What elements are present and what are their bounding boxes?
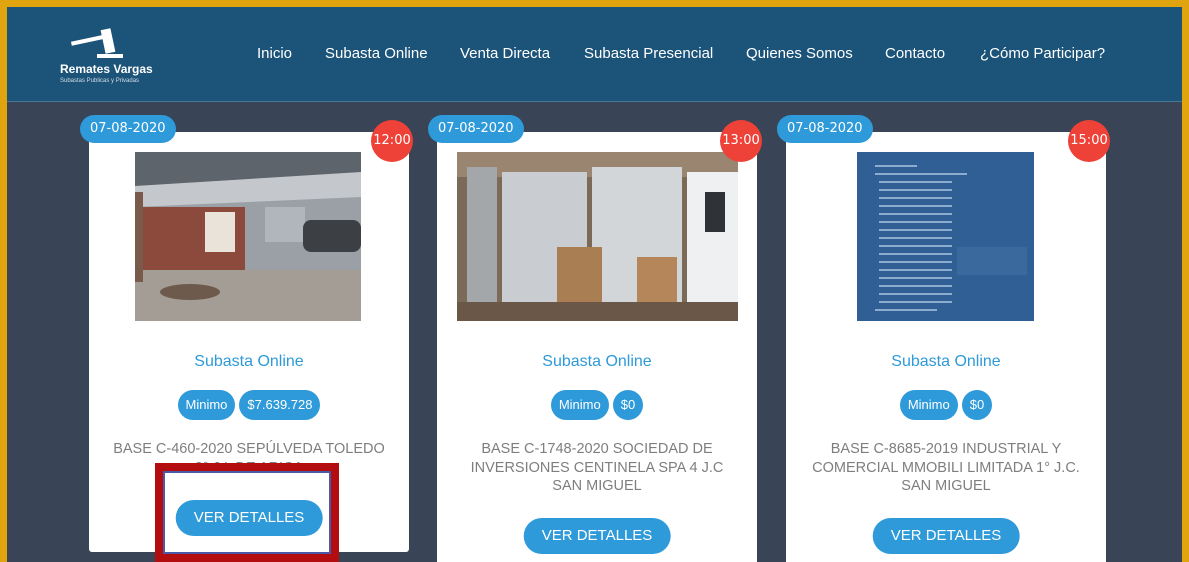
time-badge: 12:00 — [371, 120, 413, 162]
nav-subasta-online[interactable]: Subasta Online — [325, 45, 428, 62]
date-badge: 07-08-2020 — [777, 115, 873, 143]
ver-detalles-button[interactable]: VER DETALLES — [872, 518, 1020, 554]
price-tag: $0 — [612, 390, 644, 420]
property-photo[interactable] — [135, 152, 361, 321]
minimo-tag: Minimo — [899, 390, 958, 420]
price-tags: Minimo $0 — [437, 390, 757, 420]
auction-card: Subasta Online Minimo $0 BASE C-8685-201… — [786, 132, 1106, 562]
appliances-photo[interactable] — [457, 152, 738, 321]
brand-title: Remates Vargas — [60, 62, 153, 76]
nav-venta-directa[interactable]: Venta Directa — [460, 45, 550, 62]
minimo-tag: Minimo — [177, 390, 236, 420]
auction-card: Subasta Online Minimo $7.639.728 BASE C-… — [89, 132, 409, 552]
nav-inicio[interactable]: Inicio — [257, 45, 292, 62]
card-description: BASE C-1748-2020 SOCIEDAD DE INVERSIONES… — [470, 441, 724, 494]
date-badge: 07-08-2020 — [428, 115, 524, 143]
gavel-icon — [70, 28, 123, 58]
card-type: Subasta Online — [194, 353, 304, 370]
price-tag: $7.639.728 — [239, 390, 321, 420]
page: Remates Vargas Subastas Publicas y Priva… — [7, 7, 1182, 562]
ver-detalles-button[interactable]: VER DETALLES — [523, 518, 671, 554]
card-type: Subasta Online — [542, 353, 652, 370]
price-tags: Minimo $7.639.728 — [89, 390, 409, 420]
logo[interactable]: Remates Vargas Subastas Publicas y Priva… — [55, 25, 165, 87]
nav-subasta-presencial[interactable]: Subasta Presencial — [584, 45, 713, 62]
price-tags: Minimo $0 — [786, 390, 1106, 420]
nav-quienes-somos[interactable]: Quienes Somos — [746, 45, 853, 62]
ver-detalles-button[interactable]: VER DETALLES — [175, 500, 323, 536]
time-badge: 13:00 — [720, 120, 762, 162]
auction-card: Subasta Online Minimo $0 BASE C-1748-202… — [437, 132, 757, 562]
card-description: BASE C-8685-2019 INDUSTRIAL Y COMERCIAL … — [812, 441, 1080, 494]
document-photo[interactable] — [857, 152, 1034, 321]
brand-subtitle: Subastas Publicas y Privadas — [60, 78, 140, 84]
price-tag: $0 — [961, 390, 993, 420]
card-type: Subasta Online — [891, 353, 1001, 370]
minimo-tag: Minimo — [550, 390, 609, 420]
time-badge: 15:00 — [1068, 120, 1110, 162]
nav-como-participar[interactable]: ¿Cómo Participar? — [980, 45, 1105, 62]
nav-contacto[interactable]: Contacto — [885, 45, 945, 62]
card-description: BASE C-460-2020 SEPÚLVEDA TOLEDO 2° J.L … — [113, 441, 385, 476]
navbar: Remates Vargas Subastas Publicas y Priva… — [7, 7, 1182, 102]
date-badge: 07-08-2020 — [80, 115, 176, 143]
